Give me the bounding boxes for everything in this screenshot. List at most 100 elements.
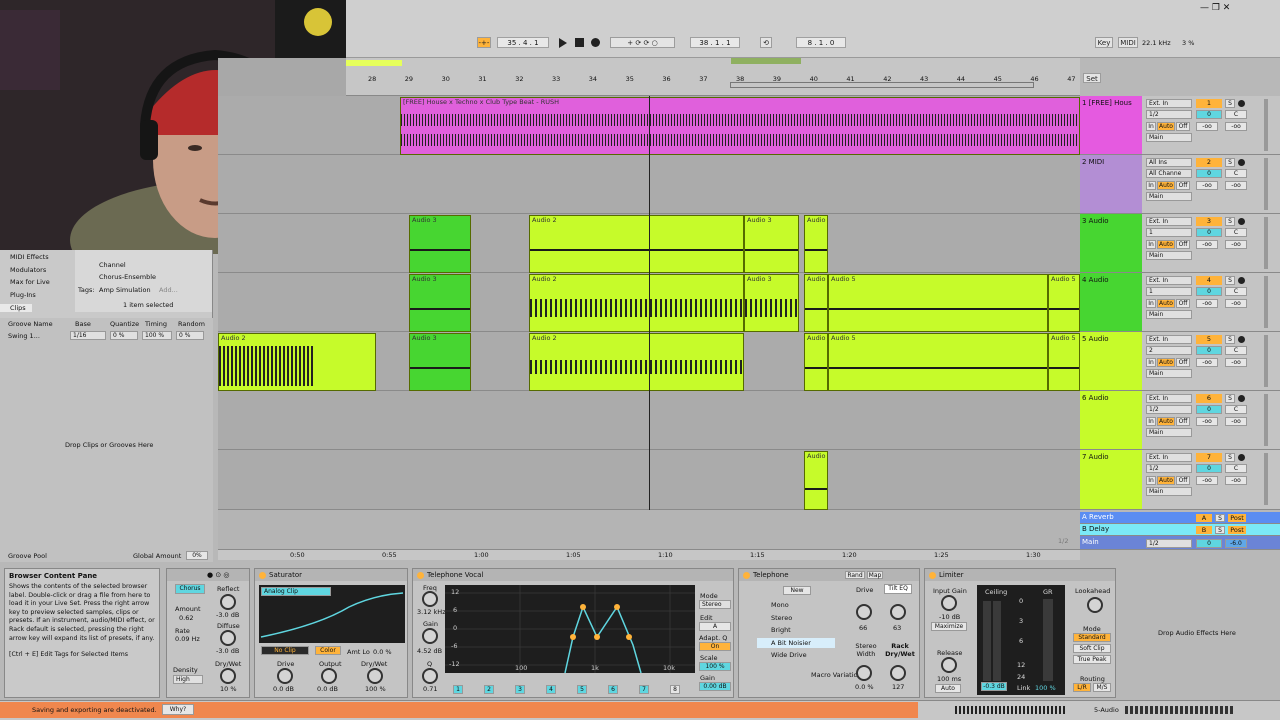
arrangement-overview[interactable] xyxy=(346,60,402,66)
monitor-off[interactable]: Off xyxy=(1176,122,1190,131)
send-b[interactable]: -oo xyxy=(1225,417,1247,426)
sidebar-item-plug-ins[interactable]: Plug-Ins xyxy=(10,291,36,299)
arrangement-position[interactable]: 35 . 4 . 1 xyxy=(497,37,549,48)
record-button[interactable] xyxy=(591,38,600,47)
audio-clip[interactable]: Audio 5 xyxy=(828,274,1048,332)
return-letter[interactable]: A xyxy=(1196,514,1212,522)
monitor-in[interactable]: In xyxy=(1146,299,1156,308)
solo-button[interactable]: S xyxy=(1225,335,1235,344)
monitor-in[interactable]: In xyxy=(1146,122,1156,131)
monitor-off[interactable]: Off xyxy=(1176,417,1190,426)
output-select[interactable]: Main xyxy=(1146,192,1192,201)
pan-value[interactable]: C xyxy=(1225,464,1247,473)
monitor-in[interactable]: In xyxy=(1146,240,1156,249)
groove-quantize[interactable]: 0 % xyxy=(110,331,138,340)
send-a[interactable]: -oo xyxy=(1196,299,1218,308)
send-b[interactable]: -oo xyxy=(1225,358,1247,367)
track-header-7[interactable]: 7 Audio Ext. In 1/2 In Auto Off Main 7 S 0 C -oo -oo xyxy=(1080,450,1280,510)
routing-ms[interactable]: M/S xyxy=(1093,683,1111,692)
groove-base[interactable]: 1/16 xyxy=(70,331,106,340)
mode-true-peak[interactable]: True Peak xyxy=(1073,655,1111,664)
edit-select[interactable]: A xyxy=(699,622,731,631)
key-map-button[interactable]: Key xyxy=(1095,37,1113,48)
bar-ruler[interactable]: 28 29 30 31 32 33 34 35 36 37 38 39 40 41 42 43 44 45 46 47 xyxy=(346,58,1080,96)
overview-waveform[interactable] xyxy=(955,706,1065,714)
monitor-in[interactable]: In xyxy=(1146,476,1156,485)
mode-standard[interactable]: Standard xyxy=(1073,633,1111,642)
monitor-off[interactable]: Off xyxy=(1176,358,1190,367)
diffuse-knob[interactable] xyxy=(220,630,236,646)
pan-value[interactable]: C xyxy=(1225,346,1247,355)
send-a[interactable]: -oo xyxy=(1196,358,1218,367)
mode-select[interactable]: Stereo xyxy=(699,600,731,609)
input-channel-select[interactable]: 1/2 xyxy=(1146,405,1192,414)
waveshaper-select[interactable]: Analog Clip xyxy=(261,587,331,596)
drywet-knob[interactable] xyxy=(367,668,383,684)
track-activator[interactable]: 1 xyxy=(1196,99,1222,108)
input-gain-knob[interactable] xyxy=(941,595,957,611)
stereo-macro-knob[interactable] xyxy=(856,665,872,681)
amount-value[interactable]: 0.62 xyxy=(179,614,193,622)
output-knob[interactable] xyxy=(321,668,337,684)
density-select[interactable]: High xyxy=(173,675,203,684)
device-header[interactable]: Saturator xyxy=(255,569,407,581)
track-activator[interactable]: 7 xyxy=(1196,453,1222,462)
time-ruler[interactable]: 0:50 0:55 1:00 1:05 1:10 1:15 1:20 1:25 1:30 1/2 xyxy=(218,537,1080,560)
audio-clip[interactable]: Audio 2 xyxy=(529,274,744,332)
send-a[interactable]: -oo xyxy=(1196,240,1218,249)
global-amount-value[interactable]: 0% xyxy=(186,551,208,560)
monitor-auto[interactable]: Auto xyxy=(1157,122,1175,131)
rack-chain-item[interactable]: Bright xyxy=(757,625,835,635)
send-a[interactable]: -oo xyxy=(1196,122,1218,131)
output-gain-value[interactable]: 0.00 dB xyxy=(699,682,731,691)
track-header-2[interactable]: 2 MIDI All Ins All Channe In Auto Off Main 2 S 0 C… xyxy=(1080,155,1280,214)
eq-band-toggle[interactable]: 3 xyxy=(515,685,525,694)
output-select[interactable]: Main xyxy=(1146,487,1192,496)
input-type-select[interactable]: Ext. In xyxy=(1146,99,1192,108)
arm-button[interactable] xyxy=(1238,218,1245,225)
reflect-knob[interactable] xyxy=(220,594,236,610)
input-type-select[interactable]: Ext. In xyxy=(1146,394,1192,403)
input-type-select[interactable]: Ext. In xyxy=(1146,335,1192,344)
volume-value[interactable]: 0 xyxy=(1196,287,1222,296)
sidebar-item-clips[interactable]: Clips xyxy=(0,304,32,312)
amt-value[interactable]: 0.0 % xyxy=(373,648,392,656)
lookahead-knob[interactable] xyxy=(1087,597,1103,613)
return-track-a[interactable]: A Reverb A S Post xyxy=(1080,512,1280,524)
volume-value[interactable]: 0 xyxy=(1196,464,1222,473)
solo-button[interactable]: S xyxy=(1215,514,1225,522)
monitor-off[interactable]: Off xyxy=(1176,476,1190,485)
monitor-in[interactable]: In xyxy=(1146,417,1156,426)
output-select[interactable]: Main xyxy=(1146,310,1192,319)
input-type-select[interactable]: Ext. In xyxy=(1146,217,1192,226)
device-header[interactable]: Telephone Vocal xyxy=(413,569,733,581)
limiter-device[interactable]: Limiter Input Gain -10 dB Maximize Relea… xyxy=(924,568,1116,698)
chorus-mode[interactable]: Chorus xyxy=(175,584,205,594)
stop-button[interactable] xyxy=(575,38,584,47)
monitor-auto[interactable]: Auto xyxy=(1157,417,1175,426)
track-header-3[interactable]: 3 Audio Ext. In 1 In Auto Off Main 3 S 0 C -oo -oo xyxy=(1080,214,1280,273)
return-track-b[interactable]: B Delay B S Post xyxy=(1080,524,1280,536)
volume-value[interactable]: 0 xyxy=(1196,405,1222,414)
chorus-device[interactable]: ● ⊙ ◎ Chorus Amount 0.62 Rate 0.09 Hz Re… xyxy=(166,568,250,698)
set-button[interactable]: Set xyxy=(1083,73,1101,83)
groove-timing[interactable]: 100 % xyxy=(142,331,172,340)
audio-clip[interactable]: Audio 2 xyxy=(218,333,376,391)
audio-clip[interactable]: Audio ( xyxy=(804,215,828,273)
sidebar-item-max-for-live[interactable]: Max for Live xyxy=(10,278,50,286)
auto-release-button[interactable]: Auto xyxy=(935,684,961,693)
loop-region[interactable] xyxy=(730,82,1034,88)
track-activator[interactable]: 3 xyxy=(1196,217,1222,226)
eq-band-toggle[interactable]: 5 xyxy=(577,685,587,694)
arm-button[interactable] xyxy=(1238,336,1245,343)
rack-chain-item[interactable]: Mono xyxy=(757,600,835,610)
audio-clip[interactable]: Audio 3 xyxy=(744,274,799,332)
arm-button[interactable] xyxy=(1238,277,1245,284)
release-knob[interactable] xyxy=(941,657,957,673)
solo-button[interactable]: S xyxy=(1225,453,1235,462)
drive-macro-knob[interactable] xyxy=(856,604,872,620)
mode-soft-clip[interactable]: Soft Clip xyxy=(1073,644,1111,653)
monitor-auto[interactable]: Auto xyxy=(1157,240,1175,249)
post-button[interactable]: Post xyxy=(1228,526,1246,534)
track-activator[interactable]: 5 xyxy=(1196,335,1222,344)
